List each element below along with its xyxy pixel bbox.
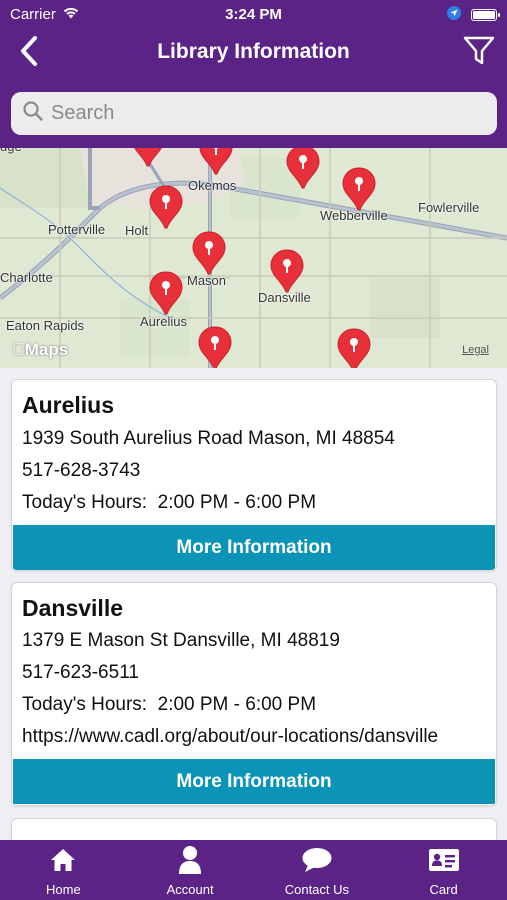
map-pin[interactable] — [198, 148, 234, 176]
map-pin-icon — [149, 185, 183, 229]
library-card-aurelius: Aurelius 1939 South Aurelius Road Mason,… — [11, 379, 497, 571]
account-icon — [179, 844, 202, 876]
apple-icon:  — [12, 340, 25, 359]
tab-card[interactable]: Card — [380, 840, 507, 900]
map-label-charlotte: Charlotte — [0, 270, 53, 285]
map-view[interactable]: dge Okemos Webberville Fowlerville Potte… — [0, 148, 507, 368]
library-list[interactable]: Aurelius 1939 South Aurelius Road Mason,… — [0, 368, 507, 840]
library-hours: Today's Hours: 2:00 PM - 6:00 PM — [22, 694, 317, 715]
map-pin-icon — [134, 148, 162, 167]
map-pin-icon — [149, 271, 183, 315]
map-label-okemos: Okemos — [188, 178, 237, 193]
maps-attribution: Maps — [12, 340, 68, 359]
map-pin-icon — [198, 326, 232, 368]
map-pin[interactable] — [269, 248, 305, 294]
filter-icon — [462, 34, 496, 73]
status-time: 3:24 PM — [225, 6, 282, 23]
header: Carrier 3:24 PM Library Information — [0, 0, 507, 148]
library-name: Aurelius — [22, 392, 115, 418]
map-label-potterville: Potterville — [48, 222, 106, 237]
map-pin-icon — [270, 249, 304, 293]
map-pin[interactable] — [197, 325, 233, 368]
legal-link[interactable]: Legal — [462, 344, 489, 356]
tab-card-label: Card — [429, 882, 458, 897]
library-hours: Today's Hours: 2:00 PM - 6:00 PM — [22, 492, 317, 513]
tab-account[interactable]: Account — [127, 840, 254, 900]
map-pin[interactable] — [148, 270, 184, 316]
more-information-button[interactable]: More Information — [13, 525, 495, 570]
search-input[interactable] — [51, 102, 471, 125]
id-card-icon — [428, 844, 459, 876]
battery-icon — [471, 9, 500, 21]
library-address: 1379 E Mason St Dansville, MI 48819 — [22, 630, 340, 651]
map-pin[interactable] — [336, 327, 372, 368]
more-information-button[interactable]: More Information — [13, 759, 495, 804]
map-pin-icon — [199, 148, 233, 175]
library-card-next — [11, 818, 497, 840]
map-label-fragment: dge — [0, 148, 22, 154]
search-bar — [11, 92, 497, 135]
nav-bar: Library Information — [0, 28, 507, 78]
map-pin[interactable] — [285, 148, 321, 190]
tab-bar: Home Account Contact Us Card — [0, 840, 507, 900]
tab-home[interactable]: Home — [0, 840, 127, 900]
library-card-dansville: Dansville 1379 E Mason St Dansville, MI … — [11, 582, 497, 806]
location-arrow-icon — [447, 6, 461, 24]
map-pin-icon — [337, 328, 371, 368]
search-icon — [23, 101, 43, 126]
map-label-holt: Holt — [125, 223, 149, 238]
status-indicators — [447, 6, 500, 24]
tab-home-label: Home — [46, 882, 81, 897]
map-pin[interactable] — [130, 148, 166, 168]
map-label-eaton-rapids: Eaton Rapids — [6, 318, 85, 333]
tab-account-label: Account — [166, 882, 214, 897]
library-website[interactable]: https://www.cadl.org/about/our-locations… — [22, 726, 438, 748]
map-label-aurelius: Aurelius — [140, 314, 187, 329]
home-icon — [50, 844, 76, 876]
status-bar: Carrier 3:24 PM — [0, 0, 507, 28]
apple-maps-logo: Maps — [12, 340, 68, 360]
map-pin[interactable] — [191, 230, 227, 276]
chat-bubble-icon — [302, 844, 332, 876]
map-pin-icon — [286, 148, 320, 189]
map-pin-icon — [192, 231, 226, 275]
filter-button[interactable] — [459, 34, 499, 72]
tab-contact-us[interactable]: Contact Us — [254, 840, 381, 900]
map-pin-icon — [342, 167, 376, 211]
library-name: Dansville — [22, 595, 123, 621]
page-title: Library Information — [157, 40, 350, 63]
library-phone[interactable]: 517-623-6511 — [22, 662, 139, 684]
library-address: 1939 South Aurelius Road Mason, MI 48854 — [22, 428, 395, 449]
map-background — [0, 148, 507, 368]
tab-contact-us-label: Contact Us — [284, 882, 350, 897]
library-phone[interactable]: 517-628-3743 — [22, 460, 140, 482]
map-pin[interactable] — [148, 184, 184, 230]
map-label-fowlerville: Fowlerville — [418, 200, 480, 215]
map-pin[interactable] — [341, 166, 377, 212]
